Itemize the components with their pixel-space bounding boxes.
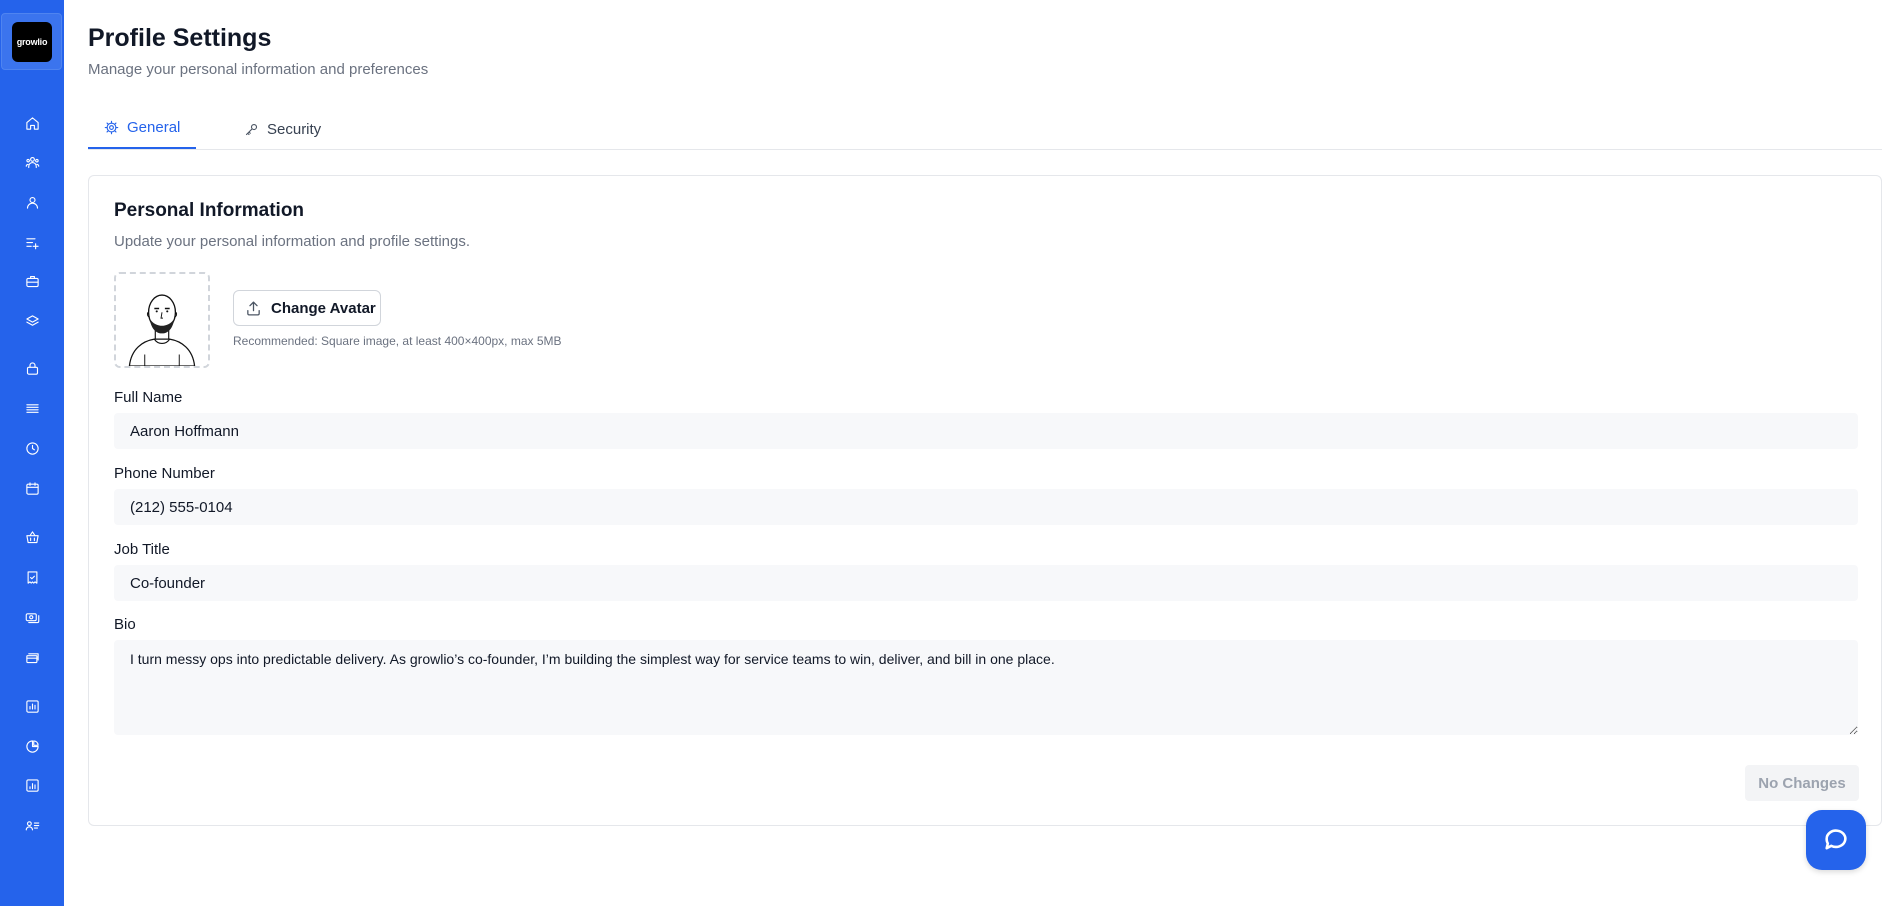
clock-icon[interactable] [22,438,42,458]
personal-information-card: Personal Information Update your persona… [88,175,1882,826]
list-add-icon[interactable] [22,232,42,252]
pie-chart-icon[interactable] [22,736,42,756]
tab-general-label: General [127,119,181,136]
tab-security-label: Security [267,120,322,138]
bio-label: Bio [114,616,136,633]
main-content: Profile Settings Manage your personal in… [88,0,1882,906]
tab-general[interactable]: General [88,108,196,149]
chat-bubble-icon [1825,829,1847,850]
save-button[interactable]: No Changes [1745,765,1859,801]
report-icon[interactable] [22,775,42,795]
tab-security[interactable]: Security [244,108,321,150]
page-subtitle: Manage your personal information and pre… [88,61,429,78]
change-avatar-label: Change Avatar [271,299,376,317]
briefcase-icon[interactable] [22,271,42,291]
home-icon[interactable] [22,113,42,133]
bio-textarea[interactable]: I turn messy ops into predictable delive… [114,640,1858,735]
user-icon[interactable] [22,192,42,212]
team-icon[interactable] [22,152,42,172]
basket-icon[interactable] [22,527,42,547]
avatar[interactable] [114,272,210,368]
logo-container[interactable]: growlio [1,13,62,70]
phone-number-label: Phone Number [114,465,215,482]
calendar-icon[interactable] [22,478,42,498]
key-icon [245,123,258,135]
growlio-logo[interactable]: growlio [12,22,52,62]
job-title-label: Job Title [114,541,170,558]
page-title: Profile Settings [88,24,272,52]
avatar-illustration [116,274,208,366]
support-chat-button[interactable] [1806,810,1866,870]
card-description: Update your personal information and pro… [114,233,471,250]
avatar-hint: Recommended: Square image, at least 400×… [233,334,562,348]
menu-lines-icon[interactable] [22,398,42,418]
phone-number-input[interactable] [114,489,1858,525]
card-title: Personal Information [114,200,305,221]
money-icon[interactable] [22,607,42,627]
bar-chart-icon[interactable] [22,696,42,716]
cards-icon[interactable] [22,647,42,667]
lock-icon[interactable] [22,358,42,378]
gear-icon [104,120,119,135]
job-title-input[interactable] [114,565,1858,601]
layers-icon[interactable] [22,311,42,331]
change-avatar-button[interactable]: Change Avatar [233,290,381,326]
full-name-label: Full Name [114,389,183,406]
sidebar: growlio [0,0,64,906]
user-list-icon[interactable] [22,815,42,835]
upload-icon [247,300,260,316]
receipt-icon[interactable] [22,567,42,587]
tab-bar: General Security [88,108,1882,150]
full-name-input[interactable] [114,413,1858,449]
